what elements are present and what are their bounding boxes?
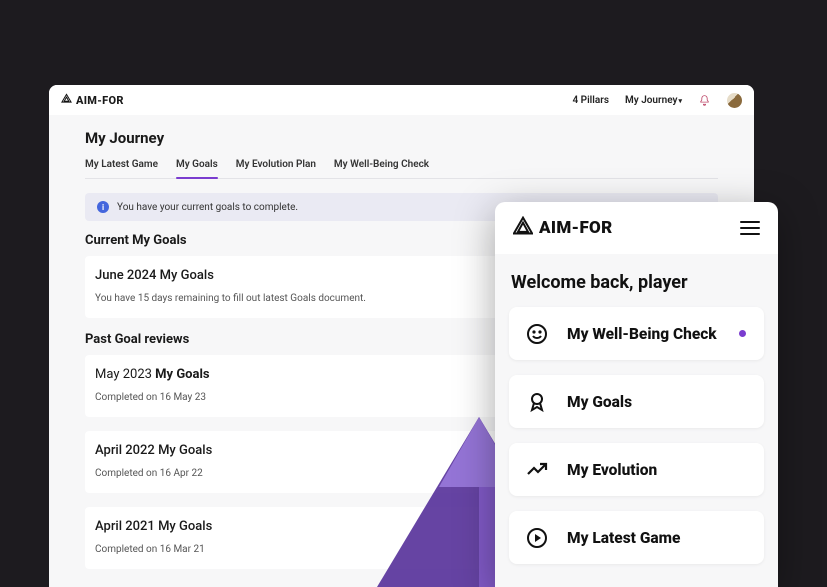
trend-up-icon <box>525 458 549 482</box>
title-month: May 2023 <box>95 367 155 382</box>
nav-my-journey[interactable]: My Journey▾ <box>625 95 682 106</box>
card-label: My Well-Being Check <box>567 325 717 343</box>
page-title: My Journey <box>85 129 718 147</box>
title-month: April 2021 <box>95 519 158 534</box>
card-label: My Goals <box>567 393 632 411</box>
mobile-header: AIM-FOR <box>495 202 778 254</box>
brand-text: AIM-FOR <box>539 218 613 238</box>
notification-dot <box>739 330 746 337</box>
card-label: My Latest Game <box>567 529 680 547</box>
mobile-app-window: AIM-FOR Welcome back, player My Well-Bei… <box>495 202 778 587</box>
info-banner-text: You have your current goals to complete. <box>117 202 298 213</box>
brand-logo[interactable]: AIM-FOR <box>61 93 124 107</box>
menu-icon[interactable] <box>740 221 760 235</box>
rosette-icon <box>525 390 549 414</box>
tab-my-latest-game[interactable]: My Latest Game <box>85 157 158 178</box>
title-bold: My Goals <box>160 268 214 283</box>
mobile-body: Welcome back, player My Well-Being Check… <box>495 254 778 587</box>
title-bold: My Goals <box>155 367 209 382</box>
info-icon: i <box>97 201 109 213</box>
card-label: My Evolution <box>567 461 657 479</box>
tab-bar: My Latest Game My Goals My Evolution Pla… <box>85 157 718 179</box>
header-right: 4 Pillars My Journey▾ <box>572 93 742 108</box>
nav-4-pillars[interactable]: 4 Pillars <box>572 95 609 106</box>
notifications-icon[interactable] <box>698 94 711 107</box>
play-circle-icon <box>525 526 549 550</box>
logo-icon <box>513 216 533 241</box>
card-my-goals[interactable]: My Goals <box>509 375 764 428</box>
chevron-down-icon: ▾ <box>678 97 682 105</box>
tab-my-well-being-check[interactable]: My Well-Being Check <box>334 157 429 178</box>
title-bold: My Goals <box>158 519 212 534</box>
brand-text: AIM-FOR <box>76 94 124 107</box>
brand-logo[interactable]: AIM-FOR <box>513 216 613 241</box>
card-well-being-check[interactable]: My Well-Being Check <box>509 307 764 360</box>
title-month: April 2022 <box>95 443 158 458</box>
tab-my-evolution-plan[interactable]: My Evolution Plan <box>236 157 316 178</box>
desktop-header: AIM-FOR 4 Pillars My Journey▾ <box>49 85 754 115</box>
logo-icon <box>61 93 72 107</box>
tab-my-goals[interactable]: My Goals <box>176 157 218 178</box>
nav-my-journey-label: My Journey <box>625 95 677 106</box>
title-month: June 2024 <box>95 268 160 283</box>
smile-icon <box>525 322 549 346</box>
title-bold: My Goals <box>158 443 212 458</box>
welcome-heading: Welcome back, player <box>511 272 764 293</box>
card-my-latest-game[interactable]: My Latest Game <box>509 511 764 564</box>
user-avatar[interactable] <box>727 93 742 108</box>
card-my-evolution[interactable]: My Evolution <box>509 443 764 496</box>
